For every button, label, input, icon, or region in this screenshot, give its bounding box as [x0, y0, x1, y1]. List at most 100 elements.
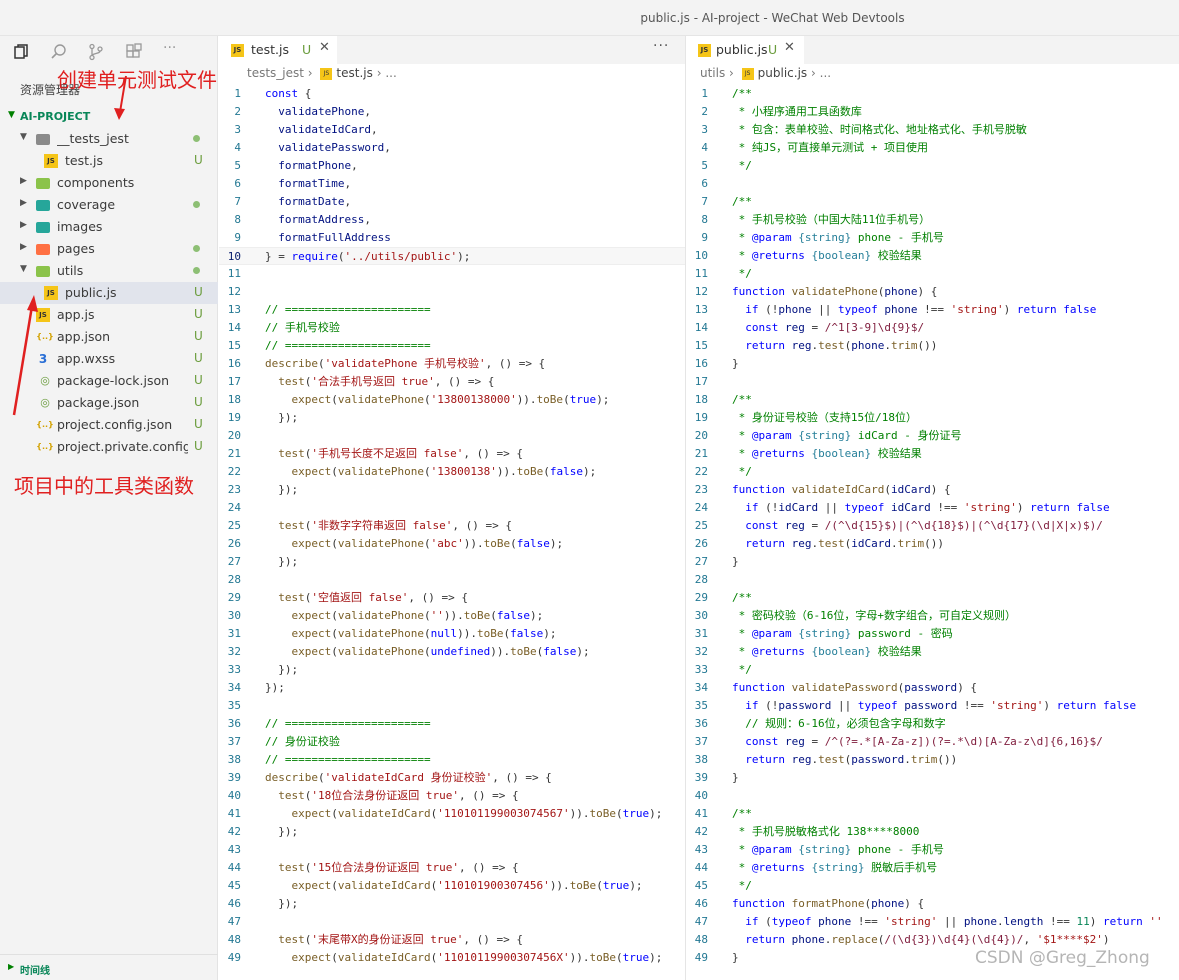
code-line: 21 test('手机号长度不足返回 false', () => { [219, 445, 685, 463]
code-line: 34}); [219, 679, 685, 697]
code-line: 37 const reg = /^(?=.*[A-Za-z])(?=.*\d)[… [686, 733, 1179, 751]
code-text: expect(validatePhone('13800138')).toBe(f… [291, 465, 597, 478]
code-line: 13 // ====================== [219, 301, 685, 319]
annotation-utils: 项目中的工具类函数 [14, 474, 194, 498]
project-header[interactable]: ▼ AI-PROJECT [0, 108, 218, 126]
code-text: // 规则：6-16位，必须包含字母和数字 [732, 717, 946, 730]
code-text: expect(validatePhone(null)).toBe(false); [291, 627, 557, 640]
chevron-down-icon[interactable]: ▼ [20, 264, 27, 274]
item-label: __tests_jest [57, 131, 129, 146]
file-item[interactable]: JS app.js U [0, 304, 218, 326]
code-line: 12 function validatePhone(phone) { [686, 283, 1179, 301]
code-text: // ====================== [265, 339, 431, 352]
code-line: 13 if (!phone || typeof phone !== 'strin… [686, 301, 1179, 319]
file-item[interactable]: JS public.js U [0, 282, 218, 304]
line-number: 46 [694, 897, 708, 910]
code-line: 20 [219, 427, 685, 445]
line-number: 34 [694, 681, 708, 694]
more-actions-icon[interactable]: ··· [653, 38, 669, 54]
code-text: test('18位合法身份证返回 true', () => { [278, 789, 519, 802]
code-line: 43 * @param {string} phone - 手机号 [686, 841, 1179, 859]
code-line: 8 formatAddress, [219, 211, 685, 229]
files-icon[interactable] [12, 43, 30, 61]
file-item[interactable]: JS test.js U [0, 150, 218, 172]
file-item[interactable]: {..} project.config.json U [0, 414, 218, 436]
code-line: 33 }); [219, 661, 685, 679]
source-control-icon[interactable] [87, 43, 105, 61]
line-number: 7 [234, 195, 241, 208]
chevron-right-icon[interactable]: ▶ [20, 242, 27, 252]
folder-item[interactable]: ▶ pages [0, 238, 218, 260]
code-text: /** [732, 591, 752, 604]
file-item[interactable]: 3 app.wxss U [0, 348, 218, 370]
code-text: * 包含：表单校验、时间格式化、地址格式化、手机号脱敏 [732, 123, 1027, 136]
code-text: /** [732, 195, 752, 208]
js-file-icon: JS [320, 67, 333, 80]
code-line: 48 return phone.replace(/(\d{3})\d{4}(\d… [686, 931, 1179, 949]
code-line: 30 expect(validatePhone('')).toBe(false)… [219, 607, 685, 625]
code-line: 6 formatTime, [219, 175, 685, 193]
line-number: 42 [227, 825, 241, 838]
code-line: 38 return reg.test(password.trim()) [686, 751, 1179, 769]
close-icon[interactable]: ✕ [784, 40, 795, 55]
code-text: expect(validateIdCard('11010119900307456… [291, 807, 663, 820]
line-number: 27 [694, 555, 708, 568]
code-text: if (typeof phone !== 'string' || phone.l… [745, 915, 1163, 928]
chevron-right-icon[interactable]: ▶ [20, 220, 27, 230]
line-number: 19 [694, 411, 708, 424]
code-line: 15 return reg.test(phone.trim()) [686, 337, 1179, 355]
code-text: validateIdCard, [278, 123, 378, 136]
left-editor: JS test.js U ✕ ··· tests_jest › JS test.j… [219, 36, 685, 980]
close-icon[interactable]: ✕ [319, 40, 330, 55]
folder-item[interactable]: ▶ coverage [0, 194, 218, 216]
folder-item[interactable]: ▶ components [0, 172, 218, 194]
line-number: 47 [227, 915, 241, 928]
chevron-down-icon[interactable]: ▼ [20, 132, 27, 142]
line-number: 7 [701, 195, 708, 208]
item-label: coverage [57, 197, 116, 212]
search-icon[interactable] [50, 43, 68, 61]
code-line: 5 */ [686, 157, 1179, 175]
code-line: 3 * 包含：表单校验、时间格式化、地址格式化、手机号脱敏 [686, 121, 1179, 139]
more-icon[interactable]: ··· [163, 40, 181, 58]
code-area[interactable]: 1 const {2 validatePhone, 3 validateIdCard… [219, 85, 685, 967]
line-number: 19 [227, 411, 241, 424]
line-number: 9 [701, 231, 708, 244]
code-line: 14 const reg = /^1[3-9]\d{9}$/ [686, 319, 1179, 337]
timeline-panel[interactable]: ▶ 时间线 [0, 954, 218, 980]
code-line: 15 // ====================== [219, 337, 685, 355]
code-text: * @returns {boolean} 校验结果 [732, 447, 922, 460]
chevron-right-icon[interactable]: ▶ [20, 198, 27, 208]
code-text: test('合法手机号返回 true', () => { [278, 375, 495, 388]
js-file-icon: JS [698, 44, 711, 57]
file-item[interactable]: ◎ package.json U [0, 392, 218, 414]
json-file-icon: {..} [36, 332, 54, 341]
file-item[interactable]: ◎ package-lock.json U [0, 370, 218, 392]
folder-item[interactable]: ▼ utils [0, 260, 218, 282]
line-number: 41 [227, 807, 241, 820]
code-line: 3 validateIdCard, [219, 121, 685, 139]
file-item[interactable]: {..}project.private.config... U [0, 436, 218, 458]
code-line: 32 expect(validatePhone(undefined)).toBe… [219, 643, 685, 661]
folder-item[interactable]: ▶ images [0, 216, 218, 238]
json-file-icon: ◎ [40, 374, 50, 387]
file-item[interactable]: {..} app.json U [0, 326, 218, 348]
code-line: 12 [219, 283, 685, 301]
extensions-icon[interactable] [125, 43, 143, 61]
line-number: 12 [227, 285, 241, 298]
tab-public-js[interactable]: JS public.js U ✕ [686, 36, 804, 64]
code-text: return phone.replace(/(\d{3})\d{4}(\d{4}… [745, 933, 1110, 946]
line-number: 20 [694, 429, 708, 442]
code-line: 31 * @param {string} password - 密码 [686, 625, 1179, 643]
line-number: 22 [227, 465, 241, 478]
code-line: 22 expect(validatePhone('13800138')).toB… [219, 463, 685, 481]
line-number: 14 [694, 321, 708, 334]
chevron-right-icon[interactable]: ▶ [20, 176, 27, 186]
title-bar: public.js - AI-project - WeChat Web Devt… [0, 0, 1179, 36]
tab-test-js[interactable]: JS test.js U ✕ [219, 36, 337, 64]
code-area[interactable]: 1/** 2 * 小程序通用工具函数库 3 * 包含：表单校验、时间格式化、地址格式… [686, 85, 1179, 967]
line-number: 9 [234, 231, 241, 244]
code-text: }); [265, 681, 285, 694]
code-line: 20 * @param {string} idCard - 身份证号 [686, 427, 1179, 445]
folder-item[interactable]: ▼ __tests_jest [0, 128, 218, 150]
